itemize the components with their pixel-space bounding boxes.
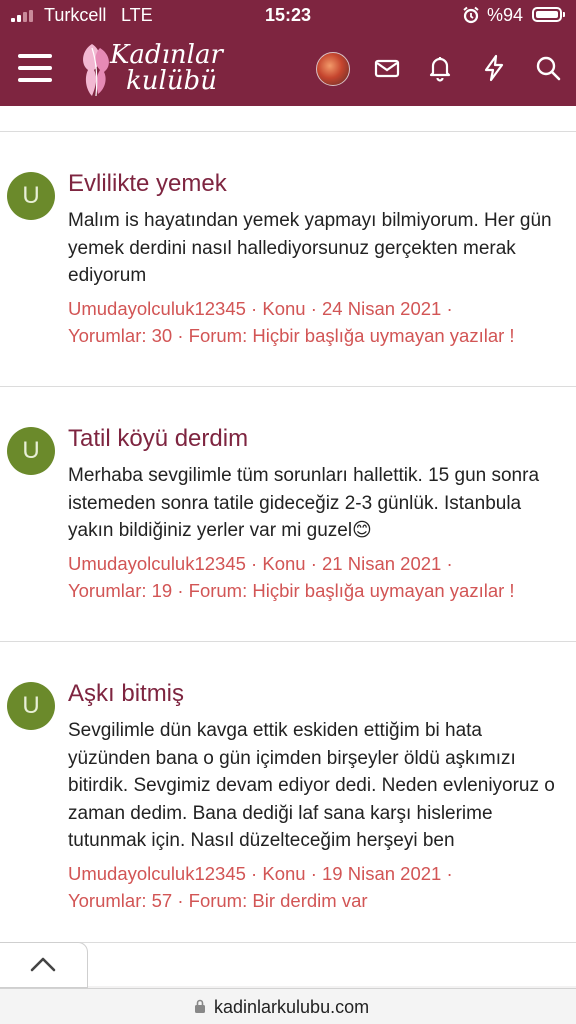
thread-title[interactable]: Evlilikte yemek <box>68 170 227 198</box>
thread-title[interactable]: Tatil köyü derdim <box>68 425 248 453</box>
menu-button[interactable] <box>18 54 52 82</box>
logo-text-bottom: kulübü <box>126 66 217 96</box>
battery-percent: %94 <box>487 5 524 25</box>
site-header: Kadınlar kulübü <box>0 32 576 106</box>
browser-address-bar[interactable]: kadinlarkulubu.com <box>0 988 576 1024</box>
search-results: U Evlilikte yemek Malım is hayatından ye… <box>0 106 576 986</box>
logo-flower-icon <box>83 44 109 97</box>
user-avatar[interactable] <box>316 52 350 86</box>
search-icon[interactable] <box>535 54 561 82</box>
post-snippet: Sevgilimle dün kavga ettik eskiden ettiğ… <box>68 720 555 851</box>
result-card[interactable]: U Tatil köyü derdim Merhaba sevgilimle t… <box>0 386 576 642</box>
meta-line-2[interactable]: Yorumlar: 57 · Forum: Bir derdim var <box>68 887 568 915</box>
result-card[interactable]: U Aşkı bitmiş Sevgilimle dün kavga ettik… <box>0 641 576 943</box>
meta-line-1[interactable]: Umudayolculuk12345 · Konu · 24 Nisan 202… <box>68 295 568 323</box>
meta-line-1[interactable]: Umudayolculuk12345 · Konu · 19 Nisan 202… <box>68 860 568 888</box>
meta-line-2[interactable]: Yorumlar: 30 · Forum: Hiçbir başlığa uym… <box>68 322 568 350</box>
messages-icon[interactable] <box>374 54 400 82</box>
lightning-icon[interactable] <box>481 54 507 82</box>
chevron-up-icon <box>30 957 56 972</box>
author-avatar[interactable]: U <box>7 427 55 475</box>
top-bar: Turkcell LTE 15:23 %94 Kadınlar kulübü <box>0 0 576 106</box>
author-avatar[interactable]: U <box>7 682 55 730</box>
meta-line-1[interactable]: Umudayolculuk12345 · Konu · 21 Nisan 202… <box>68 550 568 578</box>
previous-card-edge <box>0 106 576 132</box>
post-snippet: Malım is hayatından yemek yapmayı bilmiy… <box>68 210 552 286</box>
scroll-top-button[interactable] <box>0 942 88 988</box>
thread-title[interactable]: Aşkı bitmiş <box>68 680 184 708</box>
lock-icon <box>195 999 205 1013</box>
status-bar: Turkcell LTE 15:23 %94 <box>0 0 576 32</box>
meta-line-2[interactable]: Yorumlar: 19 · Forum: Hiçbir başlığa uym… <box>68 577 568 605</box>
post-snippet: Merhaba sevgilimle tüm sorunları hallett… <box>68 465 540 541</box>
url-text[interactable]: kadinlarkulubu.com <box>214 997 369 1018</box>
battery-icon <box>532 7 565 22</box>
site-logo[interactable]: Kadınlar kulübü <box>78 38 228 100</box>
author-avatar[interactable]: U <box>7 172 55 220</box>
result-card[interactable]: U Evlilikte yemek Malım is hayatından ye… <box>0 131 576 387</box>
alarm-icon <box>462 6 480 24</box>
bell-icon[interactable] <box>427 54 453 82</box>
